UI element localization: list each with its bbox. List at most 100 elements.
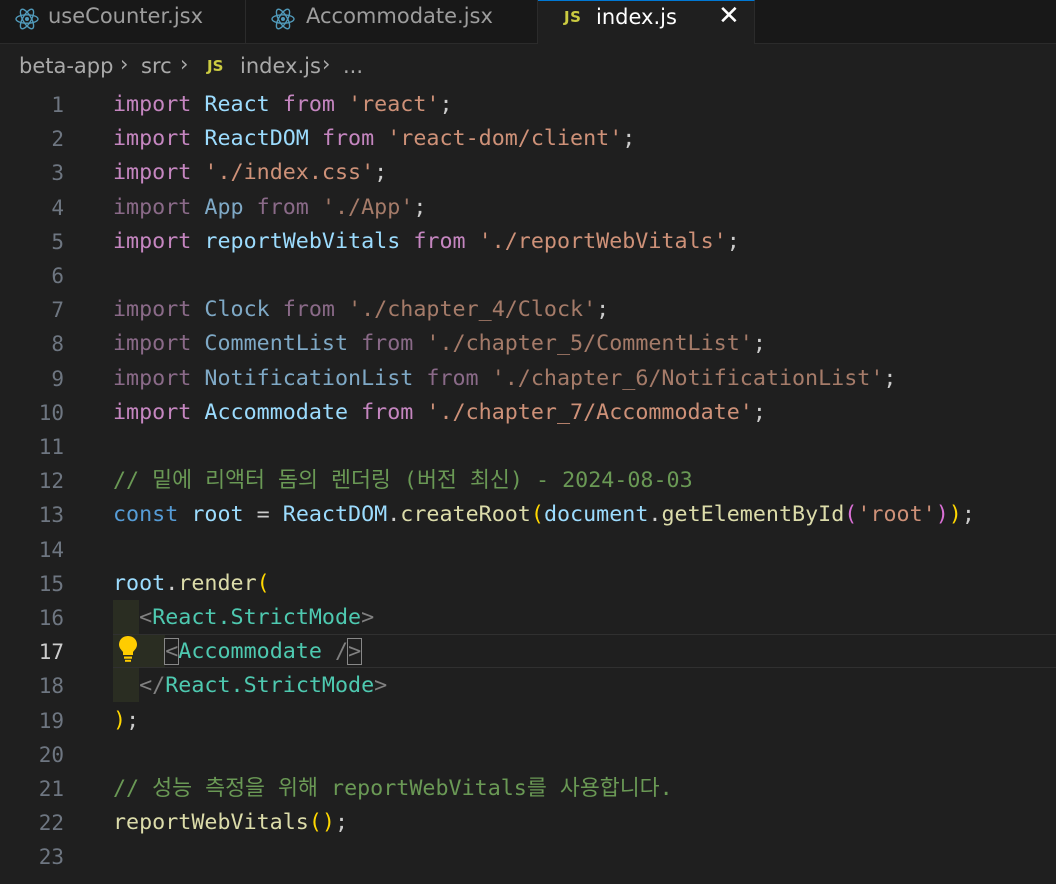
tab-label: Accommodate.jsx xyxy=(306,4,493,28)
code-token: > xyxy=(361,605,375,630)
tab-label: index.js xyxy=(596,5,677,29)
code-token: './App' xyxy=(321,194,414,220)
code-line[interactable]: 11 xyxy=(0,430,1056,464)
code-text: import reportWebVitals from './reportWeb… xyxy=(113,225,740,259)
line-number: 1 xyxy=(51,93,64,117)
line-number: 5 xyxy=(51,229,64,254)
code-token: './chapter_5/CommentList' xyxy=(426,331,753,357)
code-token: from xyxy=(361,399,414,425)
code-line[interactable]: 13 const root = ReactDOM.createRoot(docum… xyxy=(0,498,1056,532)
code-line[interactable]: 16 <React.StrictMode> xyxy=(0,601,1056,635)
code-text: import './index.css'; xyxy=(113,156,387,190)
code-token: import xyxy=(113,228,192,254)
code-line[interactable]: 22 reportWebVitals(); xyxy=(0,806,1056,840)
breadcrumb-ellipsis[interactable]: ... xyxy=(343,54,363,78)
code-token: ; xyxy=(596,297,610,323)
code-token: CommentList xyxy=(204,331,349,357)
code-line[interactable]: 19); xyxy=(0,704,1056,738)
code-token: './reportWebVitals' xyxy=(478,228,727,254)
code-token: ( xyxy=(308,810,322,836)
line-number: 20 xyxy=(38,742,64,767)
react-icon xyxy=(15,8,39,30)
code-token: root xyxy=(113,570,166,596)
code-token: ReactDOM xyxy=(282,502,388,528)
code-token: . xyxy=(165,570,179,596)
code-token: . xyxy=(648,502,662,528)
code-token: const xyxy=(113,502,179,528)
code-line[interactable]: 17 <Accommodate /> xyxy=(0,635,1056,669)
line-number: 17 xyxy=(38,640,64,665)
code-line[interactable]: 21 // 성능 측정을 위해 reportWebVitals를 사용합니다. xyxy=(0,772,1056,806)
code-line[interactable]: 1 import React from 'react'; xyxy=(0,88,1056,122)
breadcrumb-index-js[interactable]: index.js xyxy=(240,54,321,78)
code-text: <Accommodate /> xyxy=(113,635,363,669)
line-number: 16 xyxy=(38,606,64,630)
code-editor[interactable]: 1 import React from 'react'; 2 import React… xyxy=(0,88,1056,884)
code-line[interactable]: 18 </React.StrictMode> xyxy=(0,669,1056,703)
line-number: 7 xyxy=(51,298,64,323)
code-token: createRoot xyxy=(400,502,531,528)
code-token: ; xyxy=(961,502,975,528)
code-line[interactable]: 9 import NotificationList from './chapter… xyxy=(0,362,1056,396)
breadcrumb-beta-app[interactable]: beta-app xyxy=(19,54,113,78)
code-token: // 밑에 리액터 돔의 렌더링 (버전 최신) - 2024-08-03 xyxy=(113,468,693,494)
code-token: ; xyxy=(752,399,766,425)
code-token: < xyxy=(164,638,180,666)
code-token: // 성능 측정을 위해 reportWebVitals를 사용합니다. xyxy=(113,776,673,801)
tab-index-js[interactable]: JS index.js ✕ xyxy=(538,0,755,44)
code-line[interactable]: 6 xyxy=(0,259,1056,293)
code-line[interactable]: 23 xyxy=(0,840,1056,874)
code-line[interactable]: 12 // 밑에 리액터 돔의 렌더링 (버전 최신) - 2024-08-03 xyxy=(0,464,1056,498)
line-number: 13 xyxy=(38,503,64,528)
code-line[interactable]: 15 root.render( xyxy=(0,567,1056,601)
code-token: ; xyxy=(413,194,427,220)
code-line[interactable]: 3 import './index.css'; xyxy=(0,156,1056,190)
code-token: './chapter_4/Clock' xyxy=(348,297,597,323)
code-line[interactable]: 20 xyxy=(0,738,1056,772)
code-token: 'react-dom/client' xyxy=(387,126,623,152)
code-line[interactable]: 4 import App from './App'; xyxy=(0,191,1056,225)
tab-bar-empty xyxy=(755,0,1056,44)
code-text: reportWebVitals(); xyxy=(113,806,348,840)
code-line[interactable]: 7 import Clock from './chapter_4/Clock'; xyxy=(0,293,1056,327)
code-token: './index.css' xyxy=(204,160,375,186)
code-token: import xyxy=(113,297,192,323)
breadcrumb-src[interactable]: src xyxy=(141,54,172,78)
line-number: 10 xyxy=(38,400,64,425)
tab-usecounter[interactable]: useCounter.jsx xyxy=(0,0,246,44)
code-text: ); xyxy=(113,704,139,738)
code-token: import xyxy=(113,365,192,391)
line-number: 2 xyxy=(51,127,64,152)
code-line[interactable]: 8 import CommentList from './chapter_5/Co… xyxy=(0,327,1056,361)
line-number: 22 xyxy=(38,811,64,836)
line-number: 3 xyxy=(51,161,64,186)
code-token: ReactDOM xyxy=(204,126,309,152)
code-line[interactable]: 10 import Accommodate from './chapter_7/A… xyxy=(0,396,1056,430)
code-line[interactable]: 2 import ReactDOM from 'react-dom/client'… xyxy=(0,122,1056,156)
code-line[interactable]: 14 xyxy=(0,533,1056,567)
code-token: 'root' xyxy=(857,502,936,528)
close-icon[interactable]: ✕ xyxy=(718,1,740,31)
tab-accommodate[interactable]: Accommodate.jsx xyxy=(246,0,538,44)
code-token: from xyxy=(282,92,335,117)
code-token: ; xyxy=(883,365,897,391)
code-token: reportWebVitals xyxy=(204,228,401,254)
lightbulb-icon[interactable] xyxy=(117,634,139,664)
code-token: from xyxy=(361,331,414,357)
code-line[interactable]: 5 import reportWebVitals from './reportWe… xyxy=(0,225,1056,259)
code-token: > xyxy=(347,638,363,666)
code-token: from xyxy=(256,194,309,220)
code-token: ) xyxy=(321,810,335,836)
code-token: ; xyxy=(726,228,740,254)
code-token: React.StrictMode xyxy=(165,673,375,699)
code-text: <React.StrictMode> xyxy=(113,601,374,635)
